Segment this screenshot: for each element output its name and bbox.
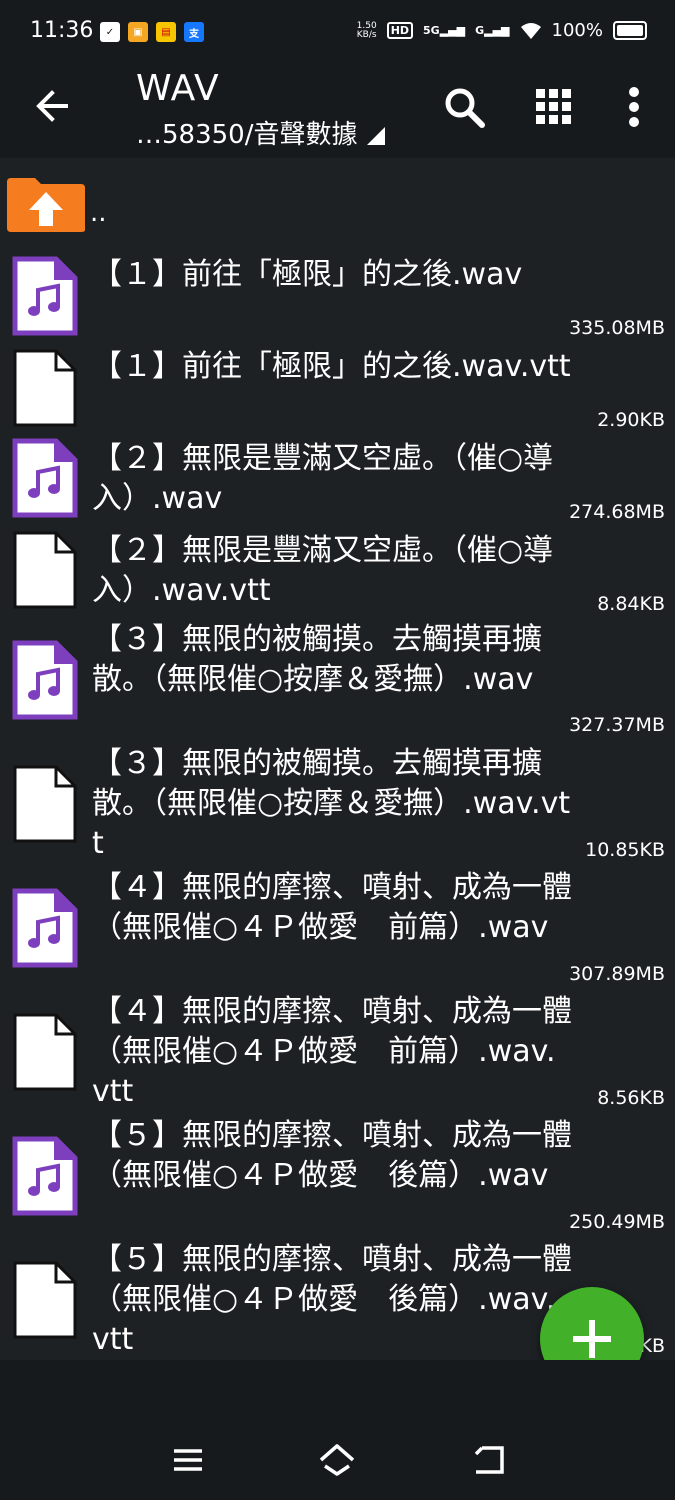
list-item[interactable]: 【２】無限是豐滿又空虛。（催○導入）.wav.vtt 8.84KB xyxy=(0,526,675,618)
file-name: 【３】無限的被觸摸。去觸摸再擴散。（無限催○按摩＆愛撫）.wav.vtt xyxy=(92,746,571,861)
hd-icon: HD xyxy=(386,22,414,39)
audio-file-icon xyxy=(12,1136,78,1216)
parent-directory-label: .. xyxy=(90,198,107,228)
alipay-icon: 支 xyxy=(184,22,204,42)
plus-icon xyxy=(573,1320,611,1358)
list-item[interactable]: 【１】前往「極限」的之後.wav.vtt 2.90KB xyxy=(0,342,675,434)
file-name: 【５】無限的摩擦、噴射、成為一體（無限催○４Ｐ做愛 後篇）.wav.vtt xyxy=(92,1242,572,1357)
parent-directory-row[interactable]: .. xyxy=(0,158,675,238)
audio-file-icon xyxy=(12,888,78,968)
checklist-icon: ✓ xyxy=(100,22,120,42)
search-icon[interactable] xyxy=(440,83,488,131)
back-return-icon[interactable] xyxy=(468,1440,508,1480)
file-size: 335.08MB xyxy=(569,317,665,339)
file-size: 8.84KB xyxy=(597,593,665,615)
file-name: 【１】前往「極限」的之後.wav.vtt xyxy=(92,349,571,384)
list-item[interactable]: 【２】無限是豐滿又空虛。（催○導入）.wav 274.68MB xyxy=(0,434,675,526)
file-name: 【３】無限的被觸摸。去觸摸再擴散。（無限催○按摩＆愛撫）.wav xyxy=(92,622,542,697)
file-size: 250.49MB xyxy=(569,1211,665,1233)
file-name: 【２】無限是豐滿又空虛。（催○導入）.wav xyxy=(92,441,554,516)
file-size: 327.37MB xyxy=(569,714,665,736)
list-item[interactable]: 【１】前往「極限」的之後.wav 335.08MB xyxy=(0,250,675,342)
battery-percent: 100% xyxy=(551,20,603,41)
audio-file-icon xyxy=(12,640,78,720)
list-item[interactable]: 【４】無限的摩擦、噴射、成為一體（無限催○４Ｐ做愛 前篇）.wav.vtt 8.… xyxy=(0,990,675,1114)
status-bar: 11:36 ✓ ▣ ▤ 支 1.50 KB/s HD 5G▂▄▆ G▂▄▆ 10… xyxy=(0,0,675,68)
file-name: 【４】無限的摩擦、噴射、成為一體（無限催○４Ｐ做愛 前篇）.wav.vtt xyxy=(92,994,572,1109)
page-title: WAV xyxy=(136,68,220,109)
file-size: 274.68MB xyxy=(569,501,665,523)
file-name: 【５】無限的摩擦、噴射、成為一體（無限催○４Ｐ做愛 後篇）.wav xyxy=(92,1118,572,1193)
list-item[interactable]: 【３】無限的被觸摸。去觸摸再擴散。（無限催○按摩＆愛撫）.wav.vtt 10.… xyxy=(0,742,675,866)
text-file-icon xyxy=(13,1013,77,1091)
wifi-icon xyxy=(520,22,541,39)
text-file-icon xyxy=(13,765,77,843)
file-name: 【２】無限是豐滿又空虛。（催○導入）.wav.vtt xyxy=(92,533,554,608)
system-nav-bar xyxy=(0,1360,675,1500)
list-item[interactable]: 【５】無限的摩擦、噴射、成為一體（無限催○４Ｐ做愛 後篇）.wav 250.49… xyxy=(0,1114,675,1238)
signal-g-icon: G▂▄▆ xyxy=(475,24,510,37)
list-item[interactable]: 【３】無限的被觸摸。去觸摸再擴散。（無限催○按摩＆愛撫）.wav 327.37M… xyxy=(0,618,675,742)
path-dropdown[interactable]: …58350/音聲數據 xyxy=(136,114,386,151)
file-size: 10.85KB xyxy=(585,839,665,861)
app-notification-icon: ▣ xyxy=(128,22,148,42)
signal-5g-icon: 5G▂▄▆ xyxy=(423,24,466,37)
dropdown-triangle-icon xyxy=(367,126,386,145)
text-file-icon xyxy=(13,349,77,427)
file-size: 8.56KB xyxy=(597,1087,665,1109)
battery-icon xyxy=(613,21,647,40)
path-label: …58350/音聲數據 xyxy=(136,120,358,150)
file-name: 【４】無限的摩擦、噴射、成為一體（無限催○４Ｐ做愛 前篇）.wav xyxy=(92,870,572,945)
status-right: 1.50 KB/s HD 5G▂▄▆ G▂▄▆ 100% xyxy=(357,20,647,41)
audio-file-icon xyxy=(12,438,78,518)
notification-icons: ✓ ▣ ▤ 支 xyxy=(100,22,204,42)
meituan-icon: ▤ xyxy=(156,22,176,42)
parent-folder-up-icon xyxy=(7,178,85,232)
file-list[interactable]: .. 【１】前往「極限」的之後.wav 335.08MB 【１】前往「極限」的之… xyxy=(0,158,675,1360)
status-time: 11:36 xyxy=(30,18,94,43)
more-vert-icon[interactable] xyxy=(610,83,658,131)
menu-lines-icon[interactable] xyxy=(168,1440,208,1480)
net-speed: 1.50 KB/s xyxy=(356,20,377,40)
list-item[interactable]: 【４】無限的摩擦、噴射、成為一體（無限催○４Ｐ做愛 前篇）.wav 307.89… xyxy=(0,866,675,990)
grid-view-icon[interactable] xyxy=(530,83,578,131)
text-file-icon xyxy=(13,531,77,609)
text-file-icon xyxy=(13,1261,77,1339)
back-arrow-icon[interactable] xyxy=(30,83,76,129)
home-icon[interactable] xyxy=(317,1440,357,1480)
file-size: 307.89MB xyxy=(569,963,665,985)
file-name: 【１】前往「極限」的之後.wav xyxy=(92,257,523,292)
audio-file-icon xyxy=(12,256,78,336)
toolbar: WAV …58350/音聲數據 xyxy=(0,68,675,158)
file-size: 2.90KB xyxy=(597,409,665,431)
